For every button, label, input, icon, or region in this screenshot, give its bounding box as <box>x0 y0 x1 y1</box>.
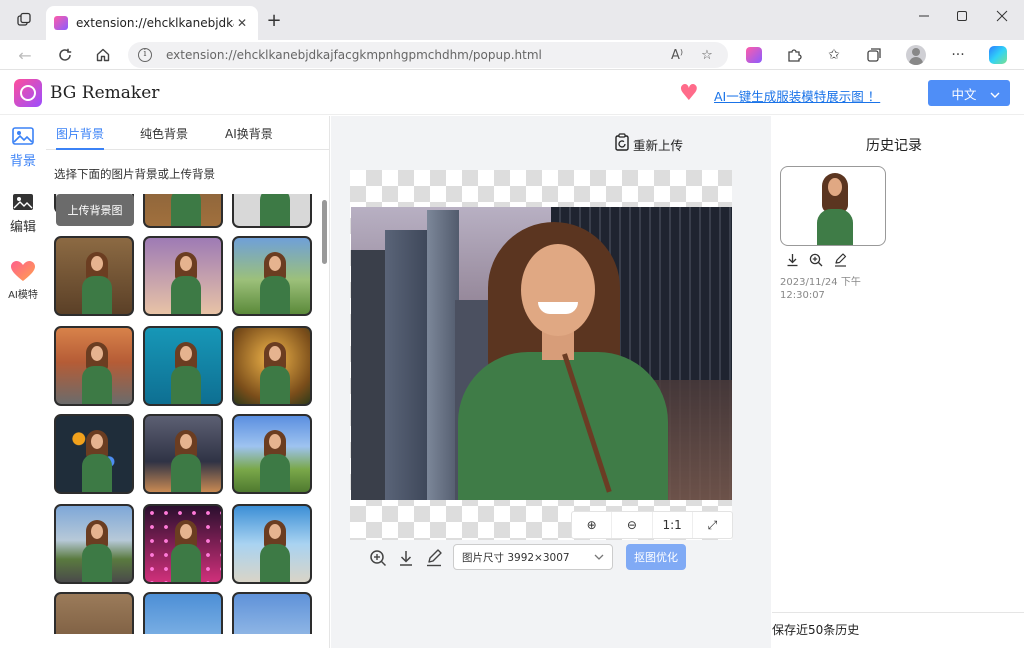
ai-model-promo-link[interactable]: AI一键生成服装模特展示图 ！ <box>714 86 880 105</box>
history-title: 历史记录 <box>866 138 922 154</box>
background-thumbnail[interactable] <box>143 504 223 584</box>
browser-tab-bar: extension://ehcklkanebjdkajfacgkmpnhgpmc… <box>0 0 1024 40</box>
collections-icon[interactable] <box>862 43 886 67</box>
favorites-icon[interactable]: ✩ <box>822 43 846 67</box>
thumbnail-scrollbar[interactable] <box>322 200 327 264</box>
history-item-actions <box>780 250 852 270</box>
reupload-icon <box>614 133 630 155</box>
background-thumbnail[interactable] <box>143 194 223 228</box>
profile-avatar[interactable] <box>904 43 928 67</box>
close-tab-icon[interactable]: ✕ <box>234 16 250 30</box>
download-icon[interactable] <box>392 546 420 570</box>
background-thumbnail[interactable] <box>143 592 223 634</box>
reupload-button[interactable]: 重新上传 <box>614 133 683 155</box>
background-thumbnail[interactable] <box>232 414 312 494</box>
tab-solid-background[interactable]: 纯色背景 <box>140 125 188 150</box>
fullscreen-button[interactable]: ⤢ <box>693 512 732 538</box>
tab-title: extension://ehcklkanebjdkajfacgkmpnhgpmc… <box>76 16 234 30</box>
url-text: extension://ehcklkanebjdkajfacgkmpnhgpmc… <box>166 48 542 62</box>
tool-rail: 背景 编辑 AI模特 <box>0 116 46 648</box>
chevron-down-icon <box>990 86 1000 101</box>
close-window-icon[interactable] <box>984 4 1020 28</box>
favorite-star-icon[interactable]: ☆ <box>696 48 718 63</box>
history-panel: 历史记录 2023/11/24 下午12:30:07 保存近50条历史 <box>772 116 1024 648</box>
image-size-select[interactable]: 图片尺寸 3992×3007 <box>453 544 613 570</box>
subject-person <box>458 222 668 500</box>
background-panel: 图片背景 纯色背景 AI换背景 选择下面的图片背景或上传背景 上传背景图 <box>46 116 330 648</box>
tab-image-background[interactable]: 图片背景 <box>56 125 105 150</box>
bg-remaker-extension-icon[interactable] <box>742 43 766 67</box>
extensions-puzzle-icon[interactable] <box>782 43 806 67</box>
zoom-out-button[interactable]: ⊖ <box>612 512 653 538</box>
app-title: BG Remaker <box>50 83 160 103</box>
back-icon[interactable]: ← <box>12 42 38 68</box>
refresh-icon[interactable] <box>52 42 78 68</box>
background-thumbnail[interactable] <box>54 326 134 406</box>
rail-label-background: 背景 <box>9 154 36 169</box>
copilot-icon[interactable] <box>986 43 1010 67</box>
bg-remaker-logo-icon <box>14 79 42 107</box>
browser-tab[interactable]: extension://ehcklkanebjdkajfacgkmpnhgpmc… <box>46 6 258 40</box>
reupload-label: 重新上传 <box>633 137 684 153</box>
cutout-optimize-button[interactable]: 抠图优化 <box>626 544 686 570</box>
heart-promo-icon: ♥ <box>679 81 699 106</box>
background-thumbnail[interactable] <box>232 236 312 316</box>
rail-item-ai-model[interactable]: AI模特 <box>0 260 46 301</box>
read-aloud-icon[interactable]: A⁾ <box>666 48 688 63</box>
background-thumbnail[interactable] <box>143 414 223 494</box>
history-item-thumbnail[interactable] <box>780 166 886 246</box>
background-thumbnail-grid <box>46 194 330 634</box>
rail-item-edit[interactable]: 编辑 <box>0 192 46 235</box>
history-download-icon[interactable] <box>780 250 804 270</box>
history-footer: 保存近50条历史 <box>772 612 1024 648</box>
history-footer-text: 保存近50条历史 <box>772 623 860 637</box>
home-icon[interactable] <box>90 42 116 68</box>
image-size-label: 图片尺寸 3992×3007 <box>462 551 570 564</box>
image-actions <box>364 546 448 570</box>
background-hint: 选择下面的图片背景或上传背景 <box>54 167 215 181</box>
edit-image-icon <box>13 194 33 210</box>
background-thumbnail[interactable] <box>232 504 312 584</box>
rail-label-edit: 编辑 <box>9 220 36 235</box>
extension-favicon-icon <box>54 16 68 30</box>
edit-pencil-icon[interactable] <box>420 546 448 570</box>
background-thumbnail[interactable] <box>54 504 134 584</box>
rail-label-ai-model: AI模特 <box>8 290 38 301</box>
zoom-toolbar: ⊕ ⊖ 1:1 ⤢ <box>571 511 733 539</box>
minimize-icon[interactable] <box>906 4 942 28</box>
zoom-icon[interactable] <box>364 546 392 570</box>
history-zoom-icon[interactable] <box>804 250 828 270</box>
background-thumbnail[interactable] <box>54 414 134 494</box>
zoom-in-button[interactable]: ⊕ <box>572 512 613 538</box>
history-edit-icon[interactable] <box>828 250 852 270</box>
address-toolbar: ← i extension://ehcklkanebjdkajfacgkmpnh… <box>0 40 1024 70</box>
background-thumbnail[interactable] <box>232 326 312 406</box>
tab-ai-background[interactable]: AI换背景 <box>225 125 273 150</box>
language-label: 中文 <box>951 86 977 102</box>
app-header: BG Remaker ♥ AI一键生成服装模特展示图 ！ 中文 <box>0 71 1024 115</box>
site-info-icon[interactable]: i <box>138 48 152 62</box>
language-select[interactable]: 中文 <box>928 80 1010 106</box>
rail-item-background[interactable]: 背景 <box>0 126 46 169</box>
actual-size-button[interactable]: 1:1 <box>653 512 693 538</box>
background-type-tabs: 图片背景 纯色背景 AI换背景 <box>46 116 330 150</box>
maximize-icon[interactable] <box>944 4 980 28</box>
workspaces-icon[interactable] <box>10 6 38 34</box>
upload-background-button[interactable]: 上传背景图 <box>56 194 134 226</box>
history-timestamp: 2023/11/24 下午12:30:07 <box>780 277 861 301</box>
background-thumbnail[interactable] <box>54 592 134 634</box>
image-icon <box>12 127 34 145</box>
new-tab-button[interactable]: + <box>262 10 286 34</box>
background-thumbnail[interactable] <box>232 592 312 634</box>
url-bar[interactable]: i extension://ehcklkanebjdkajfacgkmpnhgp… <box>128 42 728 68</box>
heart-icon <box>11 261 35 281</box>
background-thumbnail[interactable] <box>143 236 223 316</box>
background-thumbnail[interactable] <box>232 194 312 228</box>
chevron-down-icon <box>594 552 604 563</box>
background-thumbnail[interactable] <box>54 236 134 316</box>
more-menu-icon[interactable]: ··· <box>946 43 970 67</box>
background-thumbnail[interactable] <box>143 326 223 406</box>
